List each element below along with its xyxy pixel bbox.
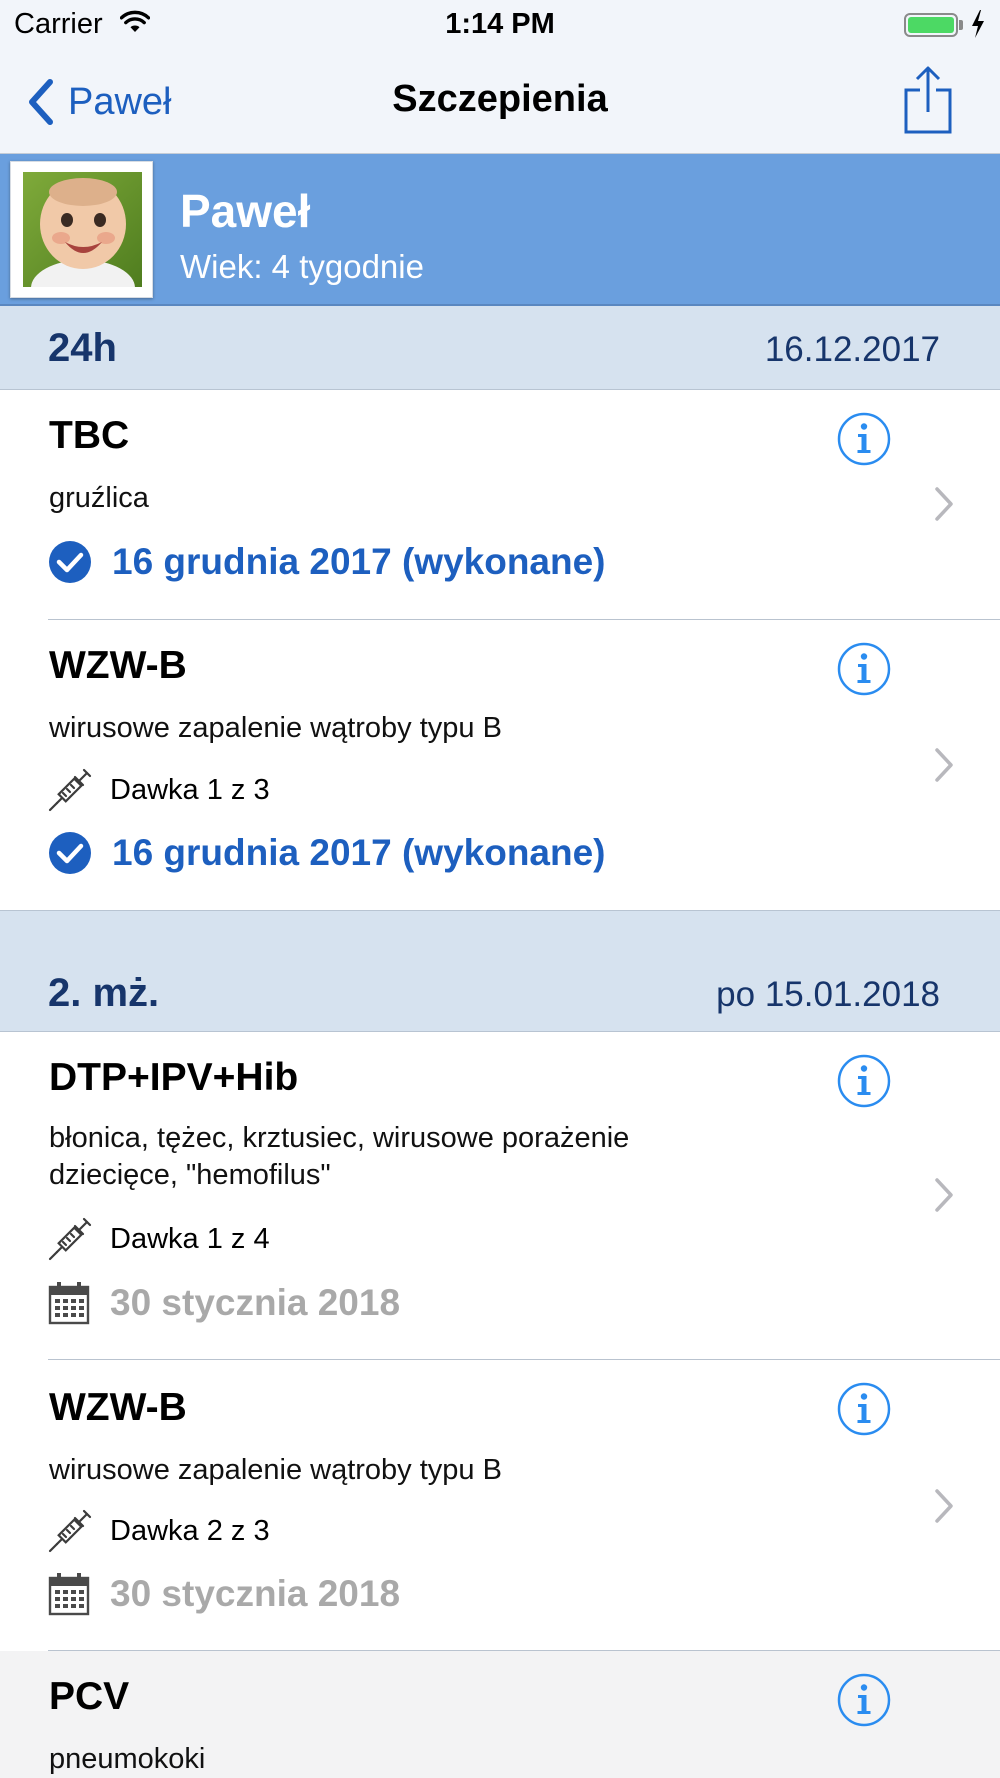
child-profile-header[interactable]: Paweł Wiek: 4 tygodnie: [0, 154, 1000, 306]
scheduled-date: 30 stycznia 2018: [110, 1573, 401, 1614]
chevron-right-icon: [935, 487, 953, 521]
info-icon[interactable]: [837, 1673, 891, 1727]
vaccine-name: WZW-B: [49, 644, 187, 687]
section-date: 16.12.2017: [764, 330, 940, 369]
check-circle-icon: [49, 832, 91, 874]
calendar-icon: [48, 1573, 90, 1616]
battery-icon: [904, 13, 958, 37]
vaccine-description: wirusowe zapalenie wątroby typu B: [49, 712, 502, 744]
info-icon[interactable]: [837, 1382, 891, 1436]
avatar: [23, 172, 142, 287]
battery-nub: [959, 20, 963, 30]
syringe-icon: [48, 1509, 92, 1553]
share-button[interactable]: [902, 64, 954, 141]
syringe-icon: [48, 768, 92, 812]
share-icon: [904, 66, 952, 134]
status-bar: Carrier 1:14 PM: [0, 0, 1000, 50]
section-label: 2. mż.: [48, 971, 160, 1015]
vaccine-description: wirusowe zapalenie wątroby typu B: [49, 1454, 502, 1486]
vaccine-description: błonica, tężec, krztusiec, wirusowe pora…: [49, 1122, 630, 1191]
vaccine-name: TBC: [49, 414, 130, 457]
syringe-icon: [48, 1217, 92, 1261]
dose-line: Dawka 1 z 4: [48, 1217, 270, 1261]
vaccine-row-wzw-b[interactable]: WZW-B wirusowe zapalenie wątroby typu B …: [0, 620, 1000, 910]
section-header-24h: 24h 16.12.2017: [0, 306, 1000, 390]
info-icon[interactable]: [837, 1054, 891, 1108]
section-header-2mz: 2. mż. po 15.01.2018: [0, 910, 1000, 1032]
scheduled-date: 30 stycznia 2018: [110, 1282, 401, 1323]
dose-line: Dawka 2 z 3: [48, 1509, 270, 1553]
status-line: 16 grudnia 2017 (wykonane): [48, 539, 606, 585]
vaccine-description: pneumokoki: [49, 1743, 206, 1775]
chevron-right-icon: [935, 748, 953, 782]
vaccine-name: WZW-B: [49, 1386, 187, 1429]
status-line: 30 stycznia 2018: [48, 1280, 400, 1326]
vaccine-name: PCV: [49, 1675, 130, 1718]
status-time: 1:14 PM: [445, 8, 555, 40]
status-line: 30 stycznia 2018: [48, 1571, 400, 1617]
dose-label: Dawka 2 z 3: [110, 1514, 270, 1547]
chevron-right-icon: [935, 1489, 953, 1523]
back-button[interactable]: Paweł: [28, 74, 172, 130]
navigation-bar: Paweł Szczepienia: [0, 50, 1000, 154]
vaccine-row-pcv[interactable]: PCV pneumokoki: [0, 1651, 1000, 1778]
vaccination-date-status: 16 grudnia 2017 (wykonane): [112, 832, 606, 873]
info-icon[interactable]: [837, 412, 891, 466]
check-circle-icon: [49, 541, 91, 583]
vaccine-description: gruźlica: [49, 482, 149, 514]
charging-icon: [970, 9, 986, 44]
vaccination-date-status: 16 grudnia 2017 (wykonane): [112, 541, 606, 582]
child-name: Paweł: [180, 185, 311, 237]
dose-label: Dawka 1 z 3: [110, 773, 270, 806]
vaccine-row-tbc[interactable]: TBC gruźlica 16 grudnia 2017 (wykonane): [0, 390, 1000, 620]
calendar-icon: [48, 1282, 90, 1325]
dose-label: Dawka 1 z 4: [110, 1222, 270, 1255]
child-age: Wiek: 4 tygodnie: [180, 248, 424, 285]
vaccine-name: DTP+IPV+Hib: [49, 1056, 299, 1099]
section-date: po 15.01.2018: [716, 975, 940, 1014]
dose-line: Dawka 1 z 3: [48, 768, 270, 812]
status-line: 16 grudnia 2017 (wykonane): [48, 830, 606, 876]
section-label: 24h: [48, 326, 117, 370]
back-button-label: Paweł: [68, 80, 172, 123]
vaccine-row-dtp-ipv-hib[interactable]: DTP+IPV+Hib błonica, tężec, krztusiec, w…: [0, 1032, 1000, 1360]
info-icon[interactable]: [837, 642, 891, 696]
vaccine-row-wzw-b-2[interactable]: WZW-B wirusowe zapalenie wątroby typu B …: [0, 1360, 1000, 1651]
avatar-frame: [10, 161, 153, 298]
chevron-left-icon: [29, 79, 53, 125]
chevron-right-icon: [935, 1178, 953, 1212]
